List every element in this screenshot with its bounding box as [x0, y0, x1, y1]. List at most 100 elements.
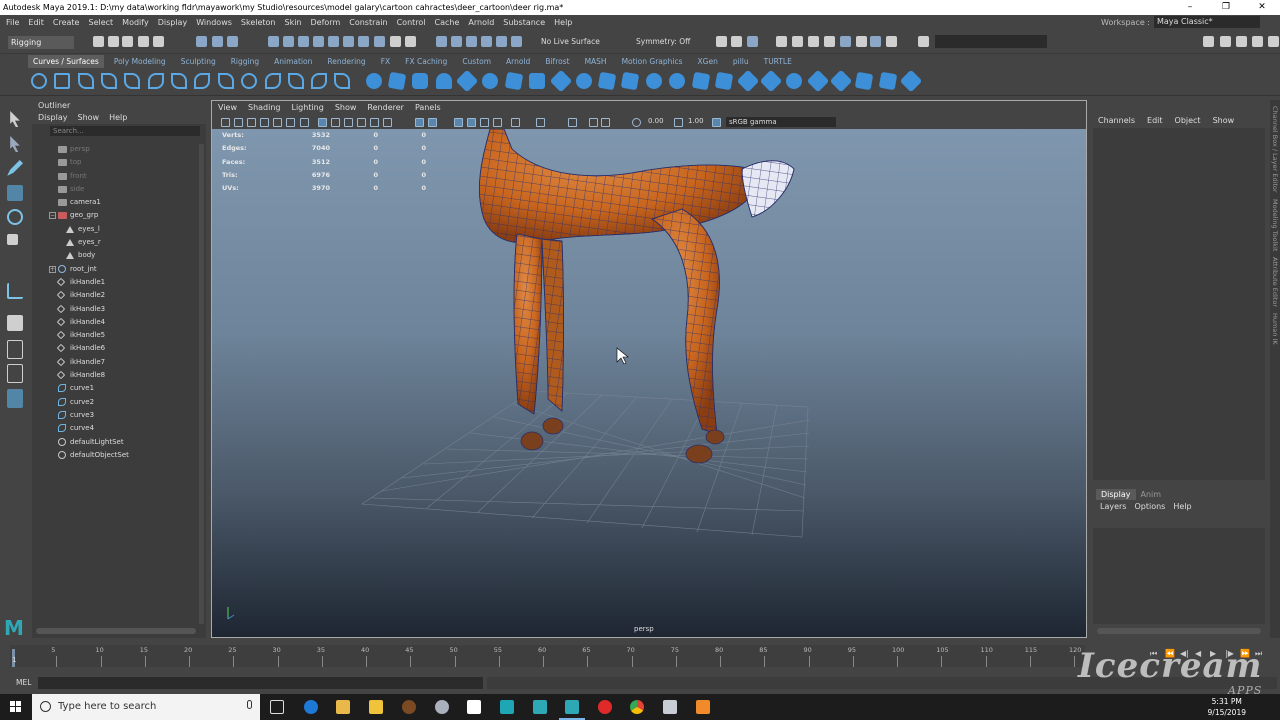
layer-menu-options[interactable]: Options [1134, 502, 1165, 511]
shelf-tab-turtle[interactable]: TURTLE [759, 55, 797, 68]
smooth-shade-icon[interactable] [331, 118, 340, 127]
outliner-item[interactable]: curve3 [32, 409, 200, 422]
redo-icon[interactable] [153, 36, 164, 47]
highlight-selection-icon[interactable] [405, 36, 416, 47]
attribute-editor-icon[interactable] [1220, 36, 1231, 47]
menu-substance[interactable]: Substance [503, 18, 545, 27]
layer-menu-layers[interactable]: Layers [1100, 502, 1126, 511]
side-tab-channel-box[interactable]: Channel Box / Layer Editor [1271, 106, 1279, 193]
sidebar-toggle-icon[interactable] [918, 36, 929, 47]
mel-input[interactable] [38, 677, 483, 689]
outliner-item[interactable]: ikHandle3 [32, 303, 200, 316]
outliner-item[interactable]: curve4 [32, 422, 200, 435]
app-icon-2[interactable] [435, 700, 449, 714]
nurbs-cylinder-icon[interactable] [412, 73, 428, 89]
outliner-menu-display[interactable]: Display [38, 112, 68, 124]
snap-curve-icon[interactable] [451, 36, 462, 47]
new-scene-icon[interactable] [93, 36, 104, 47]
outliner-item[interactable]: curve1 [32, 382, 200, 395]
wireframe-icon[interactable] [318, 118, 327, 127]
outliner-vertical-scrollbar[interactable] [199, 144, 204, 624]
camera-gate-icon[interactable] [601, 118, 610, 127]
shelf-tab-custom[interactable]: Custom [457, 55, 496, 68]
hud-toggle-icon[interactable] [589, 118, 598, 127]
outliner-item[interactable]: front [32, 170, 200, 183]
camera-attributes-icon[interactable] [234, 118, 243, 127]
cv-curve-icon[interactable] [78, 73, 94, 89]
snap-surface-icon[interactable] [496, 36, 507, 47]
select-camera-icon[interactable] [221, 118, 230, 127]
exposure-icon[interactable] [632, 118, 641, 127]
select-uv-icon[interactable] [313, 36, 324, 47]
file-explorer-icon[interactable] [336, 700, 350, 714]
wireframe-on-shaded-icon[interactable] [415, 118, 424, 127]
maya-taskbar-icon[interactable] [533, 700, 547, 714]
construction-history-icon[interactable] [731, 36, 742, 47]
channel-menu-show[interactable]: Show [1213, 116, 1235, 125]
menu-skin[interactable]: Skin [285, 18, 302, 27]
layer-list-area[interactable] [1093, 528, 1265, 624]
channel-menu-edit[interactable]: Edit [1147, 116, 1163, 125]
outliner-horizontal-scrollbar[interactable] [36, 628, 196, 634]
select-surface-icon[interactable] [358, 36, 369, 47]
render-settings-icon[interactable] [808, 36, 819, 47]
viewport-menu-show[interactable]: Show [335, 101, 357, 115]
bookmark-icon[interactable] [247, 118, 256, 127]
birail-icon[interactable] [597, 71, 617, 91]
move-tool-icon[interactable] [7, 185, 23, 201]
insert-isoparm-icon[interactable] [691, 71, 711, 91]
outliner-item[interactable]: defaultObjectSet [32, 449, 200, 462]
convert-nurbs-icon[interactable] [878, 71, 898, 91]
tool-settings-icon[interactable] [1236, 36, 1247, 47]
tab-display[interactable]: Display [1096, 489, 1136, 500]
menu-help[interactable]: Help [554, 18, 572, 27]
menu-modify[interactable]: Modify [122, 18, 149, 27]
revolve-icon[interactable] [504, 71, 524, 91]
microphone-icon[interactable] [247, 700, 252, 709]
viewport-menu-lighting[interactable]: Lighting [291, 101, 323, 115]
viewport-menu-shading[interactable]: Shading [248, 101, 281, 115]
playblast-icon[interactable] [870, 36, 881, 47]
outliner-item[interactable]: camera1 [32, 196, 200, 209]
shelf-tab-animation[interactable]: Animation [269, 55, 317, 68]
layer-menu-help[interactable]: Help [1173, 502, 1191, 511]
time-slider-track[interactable]: 5 10 15 20 25 30 35 40 45 50 55 60 65 70 75 80 85 90 95 100… [10, 645, 1085, 667]
maximize-button[interactable]: ❐ [1208, 0, 1244, 15]
symmetry-label[interactable]: Symmetry: Off [636, 37, 690, 46]
untrim-icon[interactable] [854, 71, 874, 91]
select-edge-icon[interactable] [283, 36, 294, 47]
select-curve-icon[interactable] [343, 36, 354, 47]
menu-edit[interactable]: Edit [28, 18, 44, 27]
select-vertex-icon[interactable] [268, 36, 279, 47]
menu-deform[interactable]: Deform [311, 18, 341, 27]
outliner-item[interactable]: top [32, 156, 200, 169]
select-hierarchy-icon[interactable] [196, 36, 207, 47]
shelf-tab-sculpting[interactable]: Sculpting [176, 55, 221, 68]
color-management-icon[interactable] [712, 118, 721, 127]
tree-expander-icon[interactable]: − [49, 212, 56, 220]
menu-arnold[interactable]: Arnold [468, 18, 494, 27]
shadows-icon[interactable] [383, 118, 392, 127]
scale-tool-icon[interactable] [7, 234, 18, 245]
app-icon-4[interactable] [663, 700, 677, 714]
xray-icon[interactable] [428, 118, 437, 127]
quick-search-field[interactable] [935, 35, 1047, 48]
snap-point-icon[interactable] [466, 36, 477, 47]
arc-curve-icon[interactable] [148, 73, 164, 89]
menu-file[interactable]: File [6, 18, 19, 27]
ep-curve-icon[interactable] [101, 73, 117, 89]
four-view-layout-icon[interactable] [7, 340, 23, 359]
menu-control[interactable]: Control [397, 18, 426, 27]
curve-tool-icon[interactable] [194, 73, 210, 89]
open-scene-icon[interactable] [108, 36, 119, 47]
live-surface-label[interactable]: No Live Surface [541, 37, 600, 46]
outliner-item[interactable]: ikHandle2 [32, 289, 200, 302]
viewport-menu-panels[interactable]: Panels [415, 101, 441, 115]
curve-edit-icon[interactable] [334, 73, 350, 89]
outliner-item[interactable]: persp [32, 143, 200, 156]
render-frame-icon[interactable] [776, 36, 787, 47]
render-sequence-icon[interactable] [856, 36, 867, 47]
rotate-tool-icon[interactable] [7, 209, 23, 225]
menu-skeleton[interactable]: Skeleton [241, 18, 276, 27]
resolution-gate-icon[interactable] [300, 118, 309, 127]
